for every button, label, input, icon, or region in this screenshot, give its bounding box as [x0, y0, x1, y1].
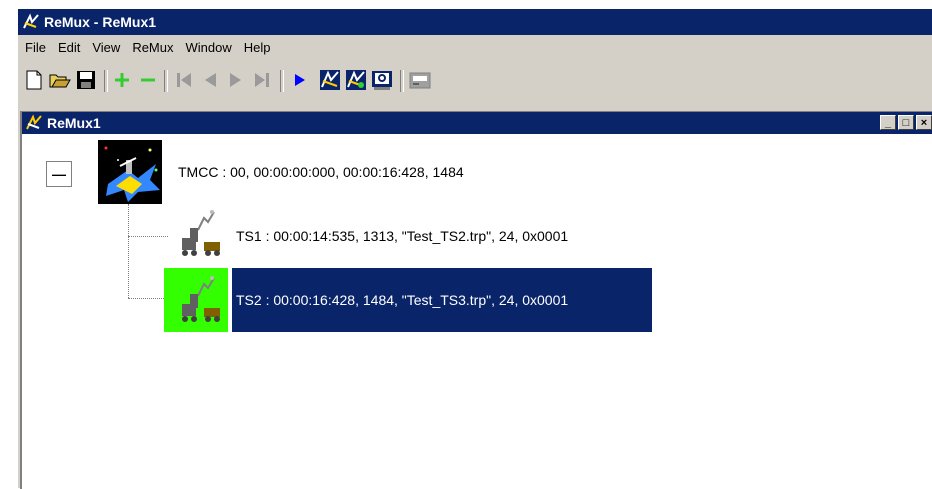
prev-button[interactable]: [198, 68, 222, 92]
maximize-button[interactable]: □: [898, 115, 914, 130]
remove-icon: [141, 78, 155, 82]
collapse-icon: —: [52, 166, 66, 182]
menu-help[interactable]: Help: [244, 40, 271, 55]
new-icon: [26, 70, 42, 90]
last-button[interactable]: [250, 68, 274, 92]
toolbar: [18, 64, 932, 100]
menu-edit[interactable]: Edit: [58, 40, 80, 55]
add-icon: [115, 73, 129, 87]
menu-bar: File Edit View ReMux Window Help: [18, 36, 932, 58]
train-icon: [182, 276, 220, 322]
view-button[interactable]: [370, 68, 394, 92]
remux-app-icon: [22, 13, 40, 31]
settings-button[interactable]: [408, 68, 432, 92]
settings-icon: [409, 72, 431, 89]
tree-root-label: TMCC : 00, 00:00:00:000, 00:00:16:428, 1…: [178, 164, 464, 180]
open-icon: [49, 74, 71, 88]
close-button[interactable]: ×: [916, 115, 932, 130]
remux-button[interactable]: [318, 68, 342, 92]
play-button[interactable]: [288, 68, 312, 92]
menu-window[interactable]: Window: [186, 40, 232, 55]
last-icon: [255, 73, 269, 87]
window-title: ReMux - ReMux1: [44, 14, 157, 30]
child-title-bar[interactable]: ReMux1 _ □ ×: [22, 112, 932, 134]
remove-button[interactable]: [136, 68, 160, 92]
tree-expander[interactable]: —: [46, 161, 72, 187]
first-icon: [177, 73, 191, 87]
child-window-controls: _ □ ×: [880, 115, 932, 130]
view-icon: [372, 71, 392, 90]
menu-remux[interactable]: ReMux: [132, 40, 173, 55]
prev-icon: [205, 73, 216, 87]
next-icon: [230, 73, 241, 87]
menu-view[interactable]: View: [92, 40, 120, 55]
save-icon: [77, 71, 95, 89]
play-icon: [295, 74, 305, 86]
app-window: ReMux - ReMux1 File Edit View ReMux Wind…: [18, 9, 932, 489]
first-button[interactable]: [172, 68, 196, 92]
open-button[interactable]: [48, 68, 72, 92]
new-button[interactable]: [22, 68, 46, 92]
menu-file[interactable]: File: [25, 40, 46, 55]
tree-item-ts2-label: TS2 : 00:00:16:428, 1484, "Test_TS3.trp"…: [236, 292, 569, 308]
remux-all-icon: [346, 70, 366, 90]
add-button[interactable]: [110, 68, 134, 92]
next-button[interactable]: [224, 68, 248, 92]
title-bar[interactable]: ReMux - ReMux1: [18, 9, 932, 35]
tree-item-ts1-label: TS1 : 00:00:14:535, 1313, "Test_TS2.trp"…: [236, 228, 569, 244]
satellite-icon: [98, 140, 162, 204]
child-title: ReMux1: [47, 115, 101, 131]
remux-all-button[interactable]: [344, 68, 368, 92]
remux-doc-icon: [26, 114, 42, 130]
train-icon: [182, 210, 220, 256]
child-window: ReMux1 _ □ × — TMCC: 00, 00:00:00:000, …: [20, 111, 932, 489]
minimize-button[interactable]: _: [880, 115, 896, 130]
save-button[interactable]: [74, 68, 98, 92]
remux-icon: [320, 70, 340, 90]
